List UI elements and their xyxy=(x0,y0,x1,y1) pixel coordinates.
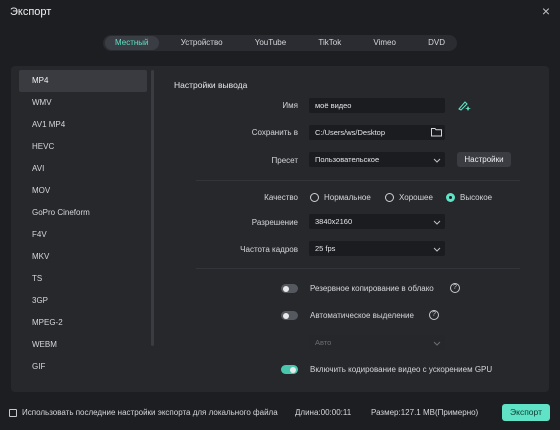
format-item-mov[interactable]: MOV xyxy=(19,180,147,202)
quality-normal-label: Нормальное xyxy=(324,193,371,202)
preset-select[interactable]: Пользовательское xyxy=(309,152,445,167)
output-settings-title: Настройки вывода xyxy=(174,80,248,90)
help-icon[interactable]: ? xyxy=(450,283,460,293)
quality-good-label: Хорошее xyxy=(399,193,433,202)
cloud-backup-label: Резервное копирование в облако xyxy=(310,284,434,293)
settings-panel: MP4 WMV AV1 MP4 HEVC AVI MOV GoPro Cinef… xyxy=(11,66,549,392)
duration-text: Длина:00:00:11 xyxy=(295,408,352,417)
size-text: Размер:127.1 MB(Примерно) xyxy=(371,408,479,417)
framerate-select[interactable]: 25 fps xyxy=(309,241,445,256)
format-item-wmv[interactable]: WMV xyxy=(19,92,147,114)
format-item-gopro-cineform[interactable]: GoPro Cineform xyxy=(19,202,147,224)
divider xyxy=(196,180,520,181)
close-icon[interactable]: × xyxy=(542,4,550,18)
tab-vimeo[interactable]: Vimeo xyxy=(363,36,406,50)
divider xyxy=(196,268,520,269)
format-item-f4v[interactable]: F4V xyxy=(19,224,147,246)
format-item-gif[interactable]: GIF xyxy=(19,356,147,378)
format-list: MP4 WMV AV1 MP4 HEVC AVI MOV GoPro Cinef… xyxy=(19,70,147,386)
chevron-down-icon xyxy=(433,341,441,346)
chevron-down-icon xyxy=(433,220,441,225)
format-item-mkv[interactable]: MKV xyxy=(19,246,147,268)
chevron-down-icon xyxy=(433,158,441,163)
remember-settings-label: Использовать последние настройки экспорт… xyxy=(22,408,278,417)
chevron-down-icon xyxy=(433,247,441,252)
preset-settings-button[interactable]: Настройки xyxy=(457,152,511,167)
framerate-value: 25 fps xyxy=(315,244,336,253)
name-input[interactable]: моё видео xyxy=(309,98,445,113)
tab-local[interactable]: Местный xyxy=(105,36,159,50)
save-to-label: Сохранить в xyxy=(251,128,298,137)
folder-icon[interactable] xyxy=(431,127,442,137)
resolution-select[interactable]: 3840x2160 xyxy=(309,214,445,229)
remember-settings-checkbox[interactable] xyxy=(9,409,17,417)
format-item-ts[interactable]: TS xyxy=(19,268,147,290)
format-item-avi[interactable]: AVI xyxy=(19,158,147,180)
tab-youtube[interactable]: YouTube xyxy=(245,36,296,50)
format-item-mpeg2[interactable]: MPEG-2 xyxy=(19,312,147,334)
quality-good-radio[interactable] xyxy=(385,193,394,202)
gpu-acceleration-toggle[interactable] xyxy=(281,365,298,374)
cloud-backup-toggle[interactable] xyxy=(281,284,298,293)
quality-high-radio[interactable] xyxy=(446,193,455,202)
export-tabs: Местный Устройство YouTube TikTok Vimeo … xyxy=(103,35,457,51)
dialog-title: Экспорт xyxy=(10,6,52,18)
quality-normal-radio[interactable] xyxy=(310,193,319,202)
format-item-hevc[interactable]: HEVC xyxy=(19,136,147,158)
auto-value: Авто xyxy=(315,338,332,347)
framerate-label: Частота кадров xyxy=(240,245,298,254)
format-list-scrollbar[interactable] xyxy=(151,70,154,346)
name-label: Имя xyxy=(282,101,298,110)
tab-tiktok[interactable]: TikTok xyxy=(308,36,351,50)
resolution-value: 3840x2160 xyxy=(315,217,353,226)
format-item-av1-mp4[interactable]: AV1 MP4 xyxy=(19,114,147,136)
preset-label: Пресет xyxy=(271,156,299,165)
help-icon[interactable]: ? xyxy=(429,310,439,320)
quality-label: Качество xyxy=(264,193,298,202)
format-item-webm[interactable]: WEBM xyxy=(19,334,147,356)
quality-high-label: Высокое xyxy=(460,193,493,202)
gpu-acceleration-label: Включить кодирование видео с ускорением … xyxy=(310,365,493,374)
format-item-mp4[interactable]: MP4 xyxy=(19,70,147,92)
auto-select: Авто xyxy=(309,335,445,350)
auto-highlight-label: Автоматическое выделение xyxy=(310,311,414,320)
export-button[interactable]: Экспорт xyxy=(502,404,550,421)
tab-dvd[interactable]: DVD xyxy=(418,36,455,50)
auto-highlight-toggle[interactable] xyxy=(281,311,298,320)
preset-value: Пользовательское xyxy=(315,155,380,164)
ai-rename-icon[interactable] xyxy=(458,99,472,111)
format-item-3gp[interactable]: 3GP xyxy=(19,290,147,312)
tab-device[interactable]: Устройство xyxy=(171,36,233,50)
save-path-input[interactable]: C:/Users/ws/Desktop xyxy=(309,125,445,140)
resolution-label: Разрешение xyxy=(251,218,298,227)
